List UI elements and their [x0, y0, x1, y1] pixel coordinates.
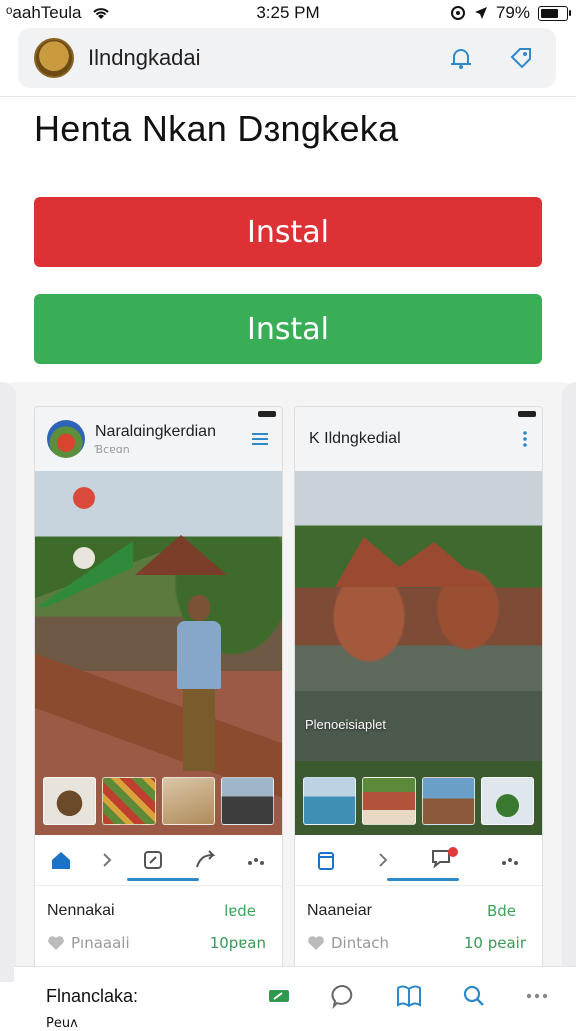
- thumbnail[interactable]: [421, 777, 475, 825]
- footer-name: Nennakai: [47, 902, 115, 919]
- home-icon[interactable]: [50, 849, 72, 871]
- card-title: Naralɑingkerdian: [95, 422, 216, 440]
- card-subtitle: Ɓcɐɑn: [95, 442, 130, 456]
- card-header: Naralɑingkerdian Ɓcɐɑn: [35, 407, 282, 471]
- active-tab-indicator: [387, 878, 459, 881]
- status-right: 79%: [450, 3, 576, 23]
- village-aerial-photo: Plenoeisiaplet: [295, 471, 542, 835]
- alarm-icon: [450, 6, 465, 20]
- compose-icon[interactable]: [142, 849, 164, 871]
- bottom-nav-title: Flnanclaka:: [46, 985, 139, 1006]
- footer-tag[interactable]: Bde: [487, 902, 516, 920]
- village-photo: [35, 471, 282, 835]
- search-icon[interactable]: [462, 984, 486, 1008]
- notification-icon-wrap[interactable]: [430, 846, 459, 874]
- battery-percent: 79%: [495, 3, 530, 22]
- app-title: Ilndngkadai: [88, 45, 201, 70]
- card-footer: Nennakai lɐde Pınaaali 10pɐan: [35, 886, 282, 968]
- house-roof: [135, 535, 227, 575]
- thumbnail[interactable]: [161, 777, 215, 825]
- avatar: [47, 420, 85, 458]
- clock: 3:25 PM: [256, 3, 320, 22]
- heart-icon[interactable]: [307, 935, 325, 951]
- photo-caption: Plenoeisiaplet: [305, 717, 386, 732]
- install-button-red[interactable]: Instal: [34, 197, 542, 267]
- carrier-label: ᵒaahTeula: [6, 3, 82, 22]
- heart-icon[interactable]: [47, 935, 65, 951]
- battery-icon: [538, 5, 571, 21]
- thumbnail[interactable]: [102, 777, 156, 825]
- footer-meta: 10 peair: [463, 934, 526, 952]
- wifi-icon: [93, 8, 110, 19]
- cup-icon[interactable]: [316, 849, 336, 871]
- active-tab-indicator: [127, 878, 199, 881]
- header-divider: [0, 96, 576, 97]
- card-footer: Naaneiar Bde Dintach 10 peair: [295, 886, 542, 968]
- app-logo: [34, 38, 74, 78]
- more-options-icon[interactable]: [245, 849, 267, 871]
- preview-card[interactable]: Naralɑingkerdian Ɓcɐɑn Nennakai lɐde Pın…: [34, 406, 283, 970]
- footer-name: Naaneiar: [307, 902, 372, 919]
- thumbnail[interactable]: [220, 777, 274, 825]
- install-button-green[interactable]: Instal: [34, 294, 542, 364]
- footer-subtitle: Dintach: [331, 934, 390, 952]
- card-tab-bar: [295, 835, 542, 886]
- thumbnail-strip: [43, 777, 274, 825]
- thumbnail[interactable]: [362, 777, 416, 825]
- thumbnail[interactable]: [480, 777, 534, 825]
- chevron-right-icon[interactable]: [377, 852, 389, 868]
- kebab-menu-icon[interactable]: [522, 431, 528, 447]
- battery-icon: [258, 411, 276, 417]
- thumbnail[interactable]: [303, 777, 357, 825]
- preview-edge-right: [562, 382, 576, 982]
- status-left: ᵒaahTeula: [0, 3, 111, 23]
- chevron-right-icon[interactable]: [101, 852, 113, 868]
- notification-badge: [448, 846, 459, 857]
- footer-subtitle: Pınaaali: [71, 934, 130, 952]
- person-figure: [175, 595, 223, 771]
- tag-icon[interactable]: [508, 45, 534, 71]
- edit-icon[interactable]: [268, 988, 290, 1004]
- footer-tag[interactable]: lɐde: [224, 902, 256, 920]
- app-header: Ilndngkadai: [18, 28, 556, 88]
- preview-edge-left: [0, 382, 16, 982]
- bottom-nav: Flnanclaka:: [14, 966, 576, 1025]
- preview-card[interactable]: K Ildngkedial Plenoeisiaplet Naaneiar Bd…: [294, 406, 543, 970]
- book-icon[interactable]: [396, 984, 422, 1008]
- lantern: [73, 547, 95, 569]
- card-tab-bar: [35, 835, 282, 886]
- battery-icon: [518, 411, 536, 417]
- card-title: K Ildngkedial: [309, 430, 401, 447]
- more-options-icon[interactable]: [499, 849, 521, 871]
- thumbnail-strip: [303, 777, 534, 825]
- page-title: Henta Nkan Dɜngkeka: [34, 108, 399, 149]
- house-roofs: [335, 537, 495, 587]
- hamburger-menu-icon[interactable]: [252, 432, 268, 446]
- more-icon[interactable]: [526, 993, 548, 999]
- chat-bubble-icon[interactable]: [330, 983, 356, 1009]
- status-bar: ᵒaahTeula 3:25 PM 79%: [0, 0, 576, 26]
- bell-icon[interactable]: [448, 45, 474, 71]
- location-arrow-icon: [474, 7, 487, 19]
- lantern: [73, 487, 95, 509]
- footer-meta: 10pɐan: [209, 934, 266, 952]
- thumbnail[interactable]: [43, 777, 97, 825]
- card-header: K Ildngkedial: [295, 407, 542, 471]
- share-icon[interactable]: [194, 849, 216, 871]
